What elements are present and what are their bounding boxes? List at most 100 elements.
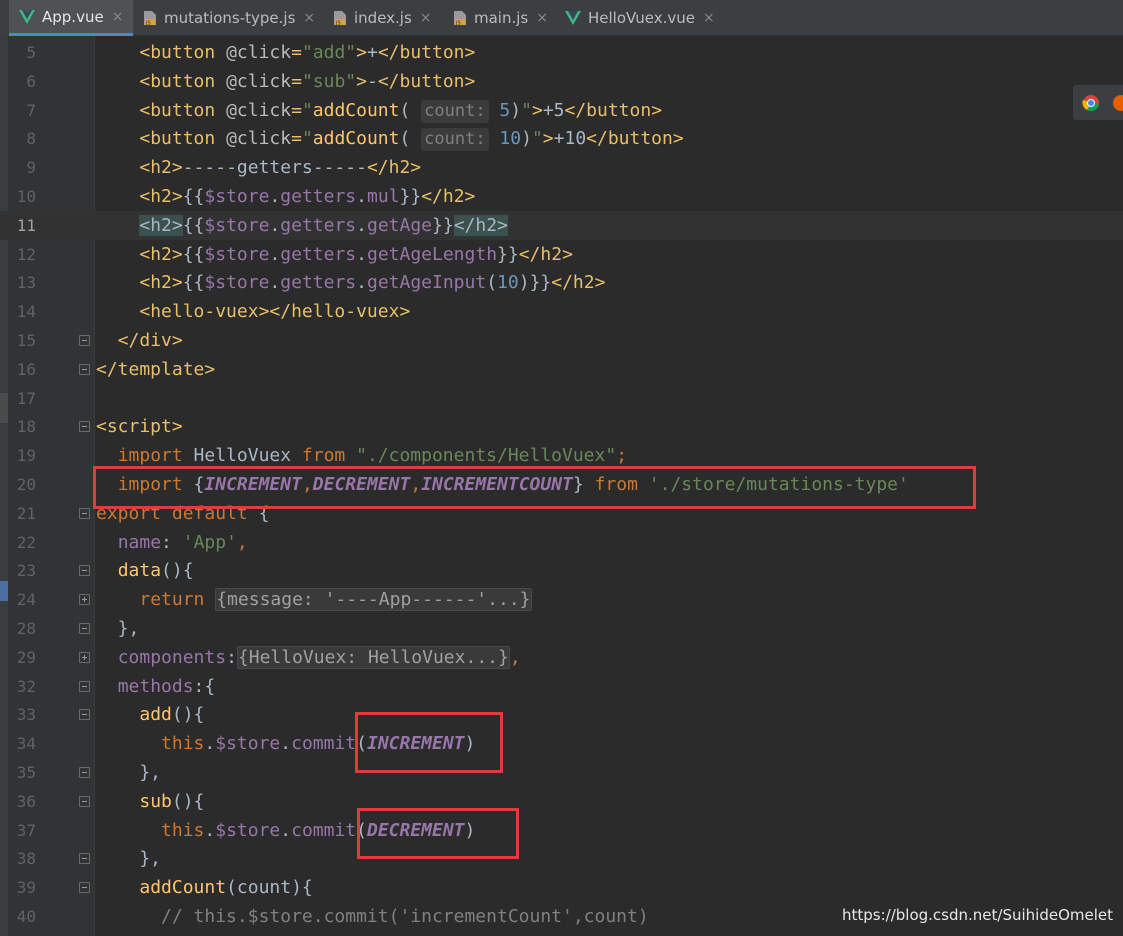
token-tag: <button	[139, 42, 227, 63]
code-line-22[interactable]: 22 name: 'App',	[0, 528, 1123, 557]
fold-collapse-icon[interactable]	[79, 363, 90, 375]
fold-collapse-icon[interactable]	[79, 507, 90, 519]
code-line-36[interactable]: 36 sub(){	[0, 787, 1123, 816]
fold-collapse-icon[interactable]	[79, 421, 90, 433]
token-tag: <button	[139, 70, 227, 92]
code-line-6[interactable]: 6 <button @click="sub">-</button>	[0, 67, 1123, 96]
code-line-8[interactable]: 8 <button @click="addCount( count: 10)">…	[0, 124, 1123, 153]
code-line-35[interactable]: 35 },	[0, 758, 1123, 787]
code-editor[interactable]: 5 <button @click="add">+</button> 6 <butt…	[0, 36, 1123, 936]
token-plain: )	[510, 99, 522, 121]
code-line-14[interactable]: 14 <hello-vuex></hello-vuex>	[0, 297, 1123, 326]
fold-collapse-icon[interactable]	[79, 623, 90, 634]
browser-preview-popup[interactable]	[1073, 85, 1123, 120]
token-plain: (	[356, 733, 367, 755]
tab-index-js[interactable]: JS index.js ×	[323, 0, 443, 36]
token-kw: import	[117, 445, 194, 467]
token-str: 'App'	[182, 531, 237, 553]
code-text: sub(){	[96, 787, 204, 816]
code-text: <button @click="addCount( count: 10)">+1…	[96, 124, 684, 153]
code-text: },	[96, 614, 140, 643]
code-line-37[interactable]: 37 this.$store.commit(DECREMENT)	[0, 816, 1123, 845]
code-line-11[interactable]: 11 <h2>{{$store.getters.getAge}}</h2>	[0, 210, 1123, 240]
token-plain: .	[356, 243, 367, 265]
code-line-12[interactable]: 12 <h2>{{$store.getters.getAgeLength}}</…	[0, 240, 1123, 269]
code-line-32[interactable]: 32 methods:{	[0, 672, 1123, 701]
code-line-9[interactable]: 9 <h2>-----getters-----</h2>	[0, 153, 1123, 182]
fold-collapse-icon[interactable]	[79, 795, 90, 807]
code-text: this.$store.commit(DECREMENT)	[96, 816, 475, 845]
fold-collapse-icon[interactable]	[79, 335, 90, 346]
code-line-23[interactable]: 23 data(){	[0, 556, 1123, 585]
token-plain: (){	[161, 560, 194, 582]
fold-collapse-icon[interactable]	[79, 709, 90, 721]
tab-hellovuex-vue[interactable]: HelloVuex.vue ×	[555, 0, 730, 36]
code-line-34[interactable]: 34 this.$store.commit(INCREMENT)	[0, 729, 1123, 758]
fold-collapse-icon[interactable]	[79, 853, 90, 865]
token-purple: components	[117, 646, 227, 668]
token-purple: $store	[215, 733, 281, 755]
line-number: 22	[16, 532, 36, 552]
code-line-7[interactable]: 7 <button @click="addCount( count: 5)">+…	[0, 96, 1123, 125]
token-kw: export default	[96, 502, 259, 524]
code-line-17[interactable]: 17	[0, 384, 1123, 413]
token-purple: $store	[204, 186, 270, 207]
code-line-16[interactable]: 16 </template>	[0, 355, 1123, 384]
fold-collapse-icon[interactable]	[79, 565, 90, 577]
close-tab-icon[interactable]: ×	[112, 9, 124, 25]
token-plain: .	[204, 819, 216, 841]
code-text: data(){	[96, 556, 194, 585]
code-line-38[interactable]: 38 },	[0, 844, 1123, 873]
line-number: 10	[16, 187, 36, 206]
token-plain: {{	[182, 243, 205, 265]
token-plain: +	[366, 42, 378, 63]
code-line-39[interactable]: 39 addCount(count){	[0, 873, 1123, 902]
editor-tab-bar: App.vue × JS mutations-type.js × JS index.js × J…	[0, 0, 1123, 36]
code-line-28[interactable]: 28 },	[0, 614, 1123, 643]
tab-app-vue[interactable]: App.vue ×	[9, 0, 133, 36]
token-plain: .	[269, 186, 281, 207]
close-tab-icon[interactable]: ×	[303, 10, 315, 26]
fold-collapse-icon[interactable]	[79, 680, 90, 692]
tab-main-js[interactable]: JS main.js ×	[443, 0, 555, 36]
code-text: this.$store.commit(INCREMENT)	[96, 729, 475, 758]
token-plain: (){	[171, 790, 205, 812]
code-line-15[interactable]: 15 </div>	[0, 326, 1123, 355]
token-tag: </button>	[564, 99, 663, 121]
token-kw: import	[117, 474, 194, 495]
code-line-5[interactable]: 5 <button @click="add">+</button>	[0, 38, 1123, 67]
tab-label: App.vue	[42, 7, 104, 26]
code-text: name: 'App',	[96, 528, 248, 557]
close-tab-icon[interactable]: ×	[536, 10, 548, 26]
close-tab-icon[interactable]: ×	[703, 10, 715, 26]
code-line-29[interactable]: 29 components:{HelloVuex: HelloVuex...},	[0, 643, 1123, 672]
code-line-13[interactable]: 13 <h2>{{$store.getters.getAgeInput(10)}…	[0, 268, 1123, 297]
code-line-24[interactable]: 24 return {message: '----App------'...}	[0, 585, 1123, 614]
tab-mutations-type-js[interactable]: JS mutations-type.js ×	[133, 0, 323, 36]
code-line-10[interactable]: 10 <h2>{{$store.getters.mul}}</h2>	[0, 182, 1123, 211]
code-text: <script>	[96, 412, 183, 441]
fold-collapse-icon[interactable]	[79, 767, 90, 778]
token-plain: -----getters-----	[182, 157, 367, 179]
code-line-21[interactable]: 21 export default {	[0, 499, 1123, 528]
fold-expand-icon[interactable]	[79, 594, 90, 606]
code-text: </template>	[96, 355, 215, 384]
code-line-20[interactable]: 20 import {INCREMENT,DECREMENT,INCREMENT…	[0, 470, 1123, 499]
code-line-18[interactable]: 18 <script>	[0, 412, 1123, 441]
code-line-33[interactable]: 33 add(){	[0, 700, 1123, 729]
fold-expand-icon[interactable]	[79, 651, 90, 663]
token-tag: <h2>	[139, 186, 183, 207]
fold-collapse-icon[interactable]	[79, 882, 90, 894]
chrome-icon[interactable]	[1082, 94, 1100, 112]
js-file-icon: JS	[453, 10, 467, 26]
token-tag: >	[542, 128, 554, 150]
close-tab-icon[interactable]: ×	[420, 10, 432, 26]
vue-icon	[19, 9, 35, 24]
token-purple: getAge	[366, 214, 433, 236]
firefox-icon[interactable]	[1112, 94, 1123, 112]
code-line-19[interactable]: 19 import HelloVuex from "./components/H…	[0, 441, 1123, 470]
token-str: "	[301, 128, 313, 150]
